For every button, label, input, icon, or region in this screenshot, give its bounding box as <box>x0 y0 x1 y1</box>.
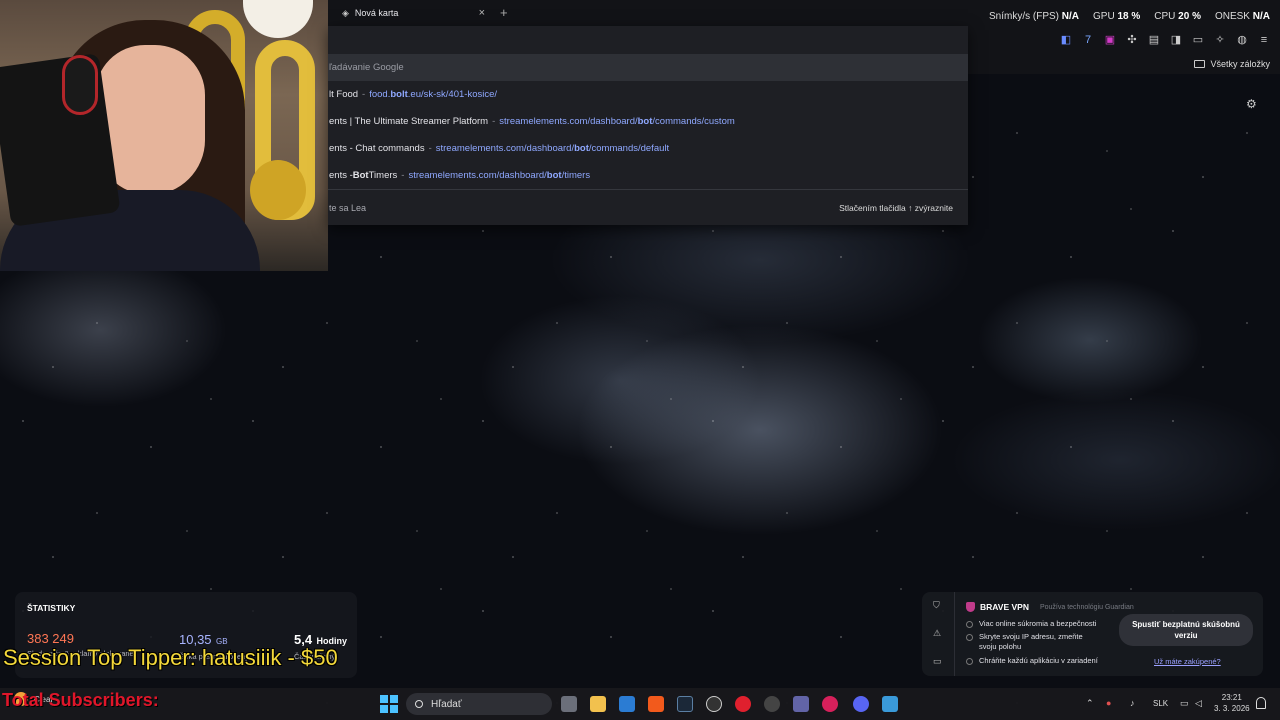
close-icon[interactable]: × <box>479 7 485 19</box>
gpu-readout: GPU 18 % <box>1093 11 1141 22</box>
microphone-icon[interactable]: ♪ <box>1130 698 1135 708</box>
app-icon[interactable] <box>764 696 780 712</box>
bell-icon[interactable] <box>1256 697 1266 709</box>
taskbar-search[interactable]: Hľadať <box>406 693 552 715</box>
chevron-up-icon[interactable]: ⌃ <box>1086 698 1094 709</box>
media-player-icon[interactable] <box>822 696 838 712</box>
already-purchased-link[interactable]: Už máte zakúpené? <box>1154 657 1221 666</box>
ask-leo-item[interactable]: te sa Lea <box>329 203 366 213</box>
suggestion-url: streamelements.com/dashboard/bot/command… <box>499 116 735 127</box>
search-suggestion[interactable]: ľadávanie Google <box>328 54 968 81</box>
language-indicator[interactable]: SLK <box>1153 699 1168 708</box>
discord-icon[interactable] <box>853 696 869 712</box>
vpn-title: BRAVE VPN Používa technológiu Guardian <box>966 602 1134 612</box>
gear-icon[interactable]: ⚙ <box>1246 97 1257 111</box>
translate-icon[interactable]: ◧ <box>1060 34 1072 46</box>
taskbar: Clear Hľadať ⌃ ● ♪ SLK ▭ ◁ 23:21 3. 3. 2… <box>0 688 1280 720</box>
vpn-feature: Skryte svoju IP adresu, zmeňte svoju pol… <box>966 632 1098 652</box>
brave-browser-icon[interactable] <box>648 696 664 712</box>
shield-icon[interactable]: ⛉ <box>933 600 940 611</box>
vpn-feature: Chráňte každú aplikáciu v zariadení <box>966 656 1098 666</box>
vpn-feature: Viac online súkromia a bezpečnosti <box>966 619 1098 629</box>
sidebar-icon[interactable]: ◨ <box>1170 34 1182 46</box>
tab-title: Nová karta <box>354 8 399 18</box>
menu-icon[interactable]: ≡ <box>1258 34 1270 46</box>
shield-icon[interactable]: ◍ <box>1236 34 1248 46</box>
teams-icon[interactable] <box>793 696 809 712</box>
headset-icon <box>62 55 98 115</box>
brave-icon: ◈ <box>342 7 349 18</box>
history-suggestion[interactable]: ents | The Ultimate Streamer Platform - st… <box>328 108 968 135</box>
notepad-icon[interactable] <box>882 696 898 712</box>
lamp <box>243 0 313 38</box>
alert-icon[interactable]: ⚠ <box>933 628 941 639</box>
stats-title: ŠTATISTIKY <box>27 603 76 613</box>
omnibox-dropdown: ľadávanie Google lt Food - food.bolt.eu/sk… <box>328 26 968 225</box>
suggestion-url: streamelements.com/dashboard/bot/timers <box>408 170 591 181</box>
vpn-promo-card: ⛉ ⚠ ▭ BRAVE VPN Používa technológiu Guar… <box>922 592 1263 676</box>
wallet-icon[interactable]: ▭ <box>1192 34 1204 46</box>
obs-icon[interactable] <box>706 696 722 712</box>
history-suggestion[interactable]: ents - Chat commands - streamelements.com/… <box>328 135 968 162</box>
suggestion-url: food.bolt.eu/sk-sk/401-kosice/ <box>369 89 498 100</box>
network-icon[interactable]: ▭ <box>1180 698 1189 709</box>
history-suggestion[interactable]: ents - Bot Timers - streamelements.com/das… <box>328 162 968 189</box>
file-explorer-icon[interactable] <box>590 696 606 712</box>
puzzle-icon[interactable]: ✣ <box>1126 34 1138 46</box>
subscribers-overlay: Total Subscribers: <box>2 690 159 710</box>
media-icon[interactable]: ▤ <box>1148 34 1160 46</box>
fps-readout: Snímky/s (FPS) N/A <box>988 11 1080 22</box>
start-trial-button[interactable]: Spustiť bezplatnú skúšobnú verziu <box>1119 614 1253 646</box>
outlook-icon[interactable] <box>619 696 635 712</box>
keyboard-hint: Stlačením tlačidla ↑ zvýraznite <box>839 202 953 213</box>
all-bookmarks-label: Všetky záložky <box>1210 59 1270 69</box>
tab-strip: ◈ Nová karta × + Snímky/s (FPS) N/A GPU … <box>328 0 1280 26</box>
tab-new-tab[interactable]: ◈ Nová karta × <box>336 2 491 24</box>
start-button[interactable] <box>380 695 398 713</box>
gold-balloon <box>250 160 306 220</box>
youtube-icon[interactable] <box>735 696 751 712</box>
top-tipper-overlay: Session Top Tipper: hatusiiik - $50 <box>3 645 338 670</box>
address-bar-input[interactable] <box>328 26 968 54</box>
history-suggestion[interactable]: lt Food - food.bolt.eu/sk-sk/401-kosice/ <box>328 81 968 108</box>
cpu-readout: CPU 20 % <box>1154 11 1201 22</box>
bookmarks-bar[interactable]: Všetky záložky <box>968 54 1280 74</box>
webcam-overlay <box>0 0 328 271</box>
latency-readout: ONESK N/A <box>1214 11 1270 22</box>
extension-icon[interactable]: ▣ <box>1104 34 1116 46</box>
folder-icon <box>1194 60 1206 68</box>
extension-icon[interactable]: 7 <box>1082 34 1094 46</box>
task-view-icon[interactable] <box>561 696 577 712</box>
suggestion-url: streamelements.com/dashboard/bot/command… <box>435 143 670 154</box>
search-icon <box>415 700 423 708</box>
vpn-side-rail: ⛉ ⚠ ▭ <box>922 592 955 676</box>
browser-toolbar: ◧ 7 ▣ ✣ ▤ ◨ ▭ ✧ ◍ ≡ <box>968 26 1280 54</box>
volume-icon[interactable]: ◁ <box>1195 698 1202 709</box>
tray-app-icon[interactable]: ● <box>1106 698 1111 708</box>
performance-overlay: Snímky/s (FPS) N/A GPU 18 % CPU 20 % ONE… <box>989 11 1270 22</box>
new-tab-button[interactable]: + <box>500 5 508 20</box>
steam-icon[interactable] <box>677 696 693 712</box>
vpn-shield-icon <box>966 602 975 612</box>
leo-ai-icon[interactable]: ✧ <box>1214 34 1226 46</box>
omnibox-footer: te sa Lea Stlačením tlačidla ↑ zvýraznit… <box>328 189 968 225</box>
clock[interactable]: 23:21 3. 3. 2026 <box>1214 692 1250 714</box>
wallet-icon[interactable]: ▭ <box>933 656 942 667</box>
